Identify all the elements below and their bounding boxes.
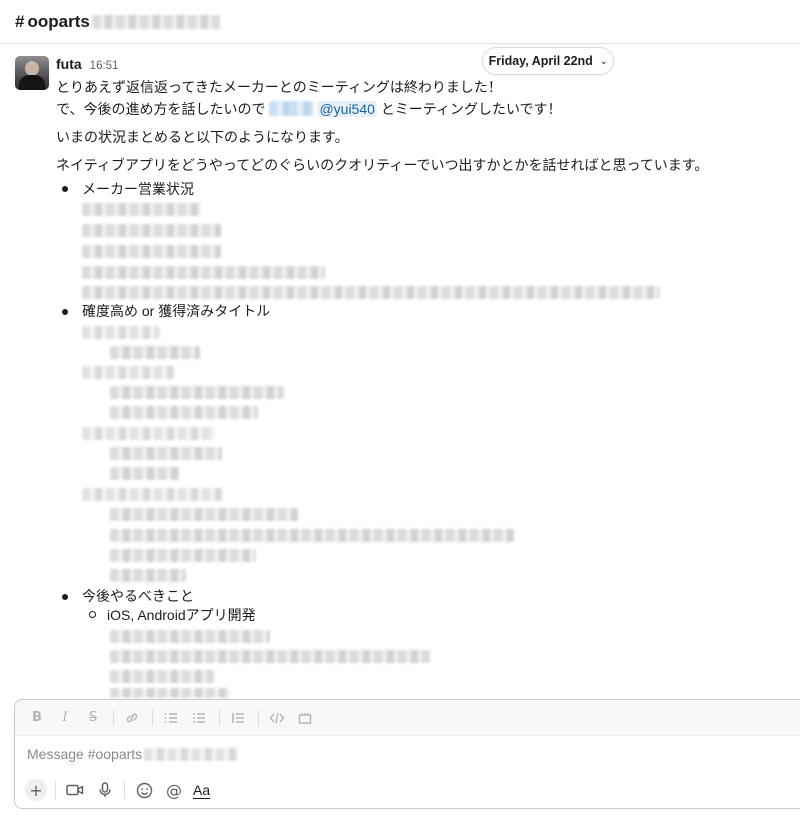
message-composer: B I S Message #ooparts + @ Aa xyxy=(14,699,800,809)
bulleted-list-icon[interactable] xyxy=(189,708,209,728)
redacted-text xyxy=(110,688,230,698)
redacted-text xyxy=(82,326,160,339)
redacted-text xyxy=(110,406,258,419)
redacted-text xyxy=(82,427,215,440)
message-line-2: で、今後の進め方を話したいので @yui540 とミーティングしたいです！ xyxy=(56,98,796,120)
bullet-dot xyxy=(62,594,68,600)
redacted-text xyxy=(110,346,200,359)
redacted-text xyxy=(82,224,221,237)
channel-name: ooparts xyxy=(27,11,90,31)
redacted-text xyxy=(110,549,256,562)
sub-bullet-ring xyxy=(89,611,96,618)
redacted-placeholder-suffix xyxy=(144,747,239,761)
bullet-dot xyxy=(62,186,68,192)
redacted-text xyxy=(110,447,222,460)
emoji-icon[interactable] xyxy=(133,779,155,801)
bullet-dot xyxy=(62,309,68,315)
message-line-1: とりあえず返信返ってきたメーカーとのミーティングは終わりました！ xyxy=(56,79,502,95)
message-line-2-prefix: で、今後の進め方を話したいので xyxy=(56,101,266,117)
code-icon[interactable] xyxy=(267,708,287,728)
redacted-text xyxy=(110,467,180,480)
redacted-text xyxy=(82,203,201,216)
author-name[interactable]: futa xyxy=(56,56,82,72)
channel-hash: # xyxy=(15,11,25,31)
italic-icon[interactable]: I xyxy=(55,708,75,728)
message-input[interactable]: Message #ooparts xyxy=(15,736,800,772)
redacted-text xyxy=(110,650,430,663)
redacted-text xyxy=(82,488,222,501)
redacted-text xyxy=(110,630,270,643)
redacted-channel-suffix xyxy=(91,14,220,29)
timestamp[interactable]: 16:51 xyxy=(90,60,119,72)
redacted-text xyxy=(82,286,660,299)
redacted-text xyxy=(110,386,284,399)
blockquote-icon[interactable] xyxy=(228,708,248,728)
bold-icon[interactable]: B xyxy=(27,708,47,728)
message-line-3: いまの状況まとめると以下のようになります。 xyxy=(56,129,349,145)
sub-bullet-1: iOS, Androidアプリ開発 xyxy=(107,607,256,623)
redacted-text xyxy=(110,569,186,582)
ordered-list-icon[interactable] xyxy=(161,708,181,728)
channel-header: # ooparts xyxy=(0,0,800,44)
link-icon[interactable] xyxy=(122,708,142,728)
redacted-text xyxy=(110,508,298,521)
mention-yui540[interactable]: @yui540 xyxy=(317,101,377,117)
channel-title[interactable]: # ooparts xyxy=(15,12,220,32)
formatting-toolbar: B I S xyxy=(15,700,800,736)
redacted-text xyxy=(82,366,174,379)
message-header: futa 16:51 xyxy=(56,56,796,74)
strikethrough-icon[interactable]: S xyxy=(83,708,103,728)
bullet-2: 確度高め or 獲得済みタイトル xyxy=(82,303,271,319)
microphone-icon[interactable] xyxy=(94,779,116,801)
message: futa 16:51 とりあえず返信返ってきたメーカーとのミーティングは終わりま… xyxy=(56,56,796,176)
redacted-text xyxy=(110,529,514,542)
code-block-icon[interactable] xyxy=(295,708,315,728)
avatar[interactable] xyxy=(15,56,49,90)
redacted-text xyxy=(82,245,221,258)
format-text-icon[interactable]: Aa xyxy=(193,779,210,801)
composer-actions: + @ Aa xyxy=(15,772,800,808)
message-placeholder: Message #ooparts xyxy=(27,746,143,762)
plus-icon[interactable]: + xyxy=(25,779,47,801)
mention-icon[interactable]: @ xyxy=(163,779,185,801)
bullet-1: メーカー営業状況 xyxy=(82,181,194,197)
video-icon[interactable] xyxy=(64,779,86,801)
message-line-4: ネイティブアプリをどうやってどのぐらいのクオリティーでいつ出すかとかを話せればと… xyxy=(56,157,709,173)
redacted-text xyxy=(110,670,214,683)
message-line-2-suffix: とミーティングしたいです！ xyxy=(380,101,562,117)
redacted-mention xyxy=(269,101,314,116)
redacted-text xyxy=(82,266,325,279)
